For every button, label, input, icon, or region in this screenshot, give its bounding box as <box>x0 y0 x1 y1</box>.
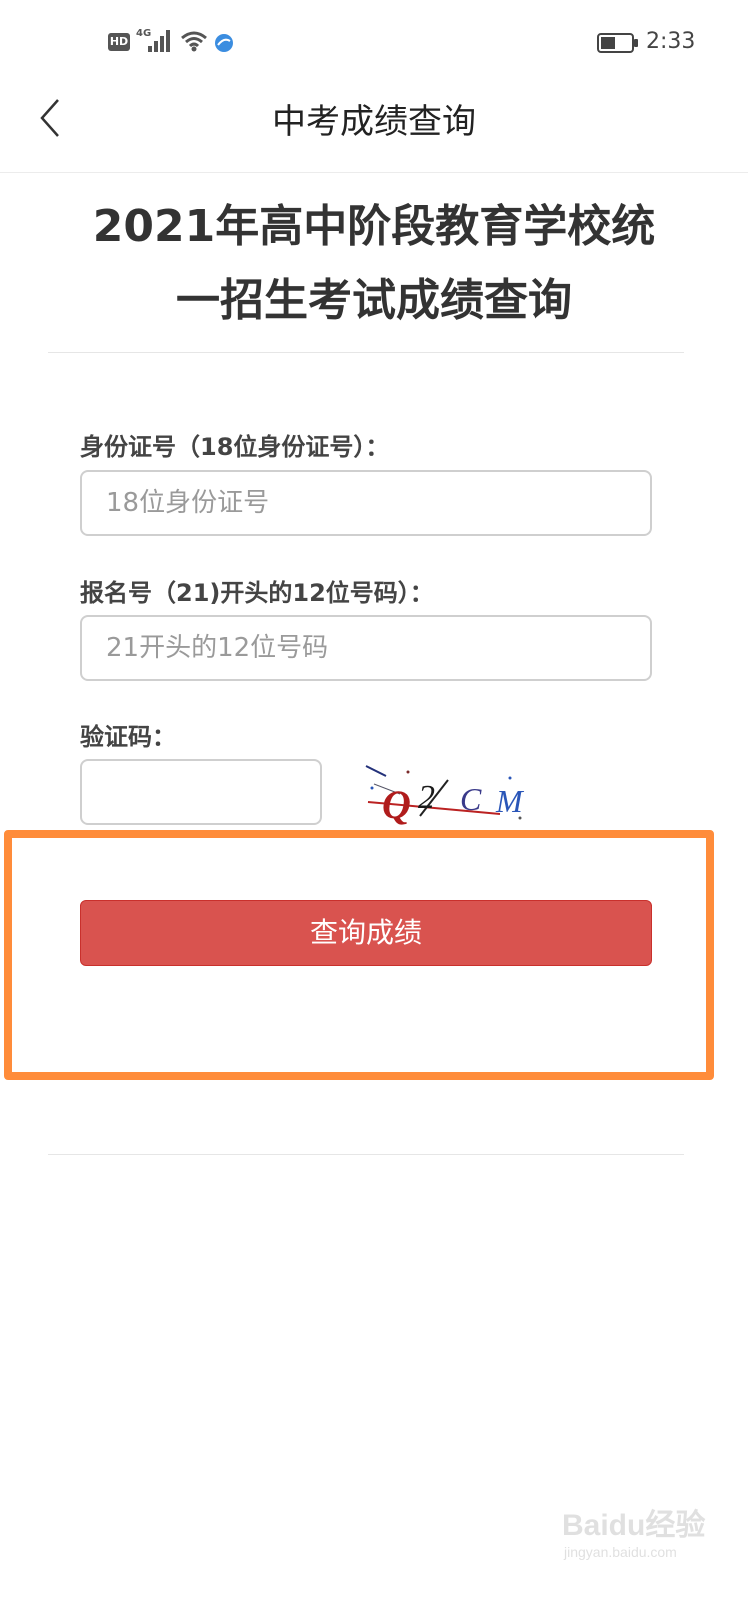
battery-icon <box>597 33 638 53</box>
captcha-image[interactable]: Q 2 C M <box>360 758 528 830</box>
hd-icon: HD <box>108 33 130 51</box>
captcha-char: C <box>460 781 482 817</box>
nav-bar: 中考成绩查询 <box>0 84 748 173</box>
captcha-input[interactable] <box>80 759 322 825</box>
captcha-label: 验证码： <box>80 723 176 751</box>
top-divider <box>48 352 684 353</box>
watermark-url: jingyan.baidu.com <box>564 1544 677 1560</box>
browser-icon <box>215 34 233 52</box>
captcha-char: 2 <box>418 779 435 816</box>
query-score-button[interactable]: 查询成绩 <box>80 900 652 966</box>
bottom-divider <box>48 1154 684 1155</box>
clock-time: 2:33 <box>646 29 696 54</box>
signal-icon <box>148 30 170 52</box>
id-number-input[interactable] <box>80 470 652 536</box>
registration-number-label: 报名号（21)开头的12位号码）： <box>80 579 434 607</box>
registration-number-input[interactable] <box>80 615 652 681</box>
page-title: 中考成绩查询 <box>272 102 476 142</box>
id-number-label: 身份证号（18位身份证号）： <box>80 433 390 461</box>
baidu-jingyan-watermark: Baidu经验 jingyan.baidu.com <box>560 1490 740 1580</box>
exam-title: 2021年高中阶段教育学校统 一招生考试成绩查询 <box>40 190 708 338</box>
captcha-char: Q <box>382 782 411 827</box>
exam-title-line-2: 一招生考试成绩查询 <box>176 275 572 326</box>
wifi-icon <box>181 31 207 52</box>
captcha-char: M <box>495 783 525 819</box>
watermark-text: Baidu经验 <box>562 1509 706 1542</box>
status-bar: HD 4G 2:33 <box>0 0 748 84</box>
exam-title-line-1: 2021年高中阶段教育学校统 <box>92 201 656 252</box>
